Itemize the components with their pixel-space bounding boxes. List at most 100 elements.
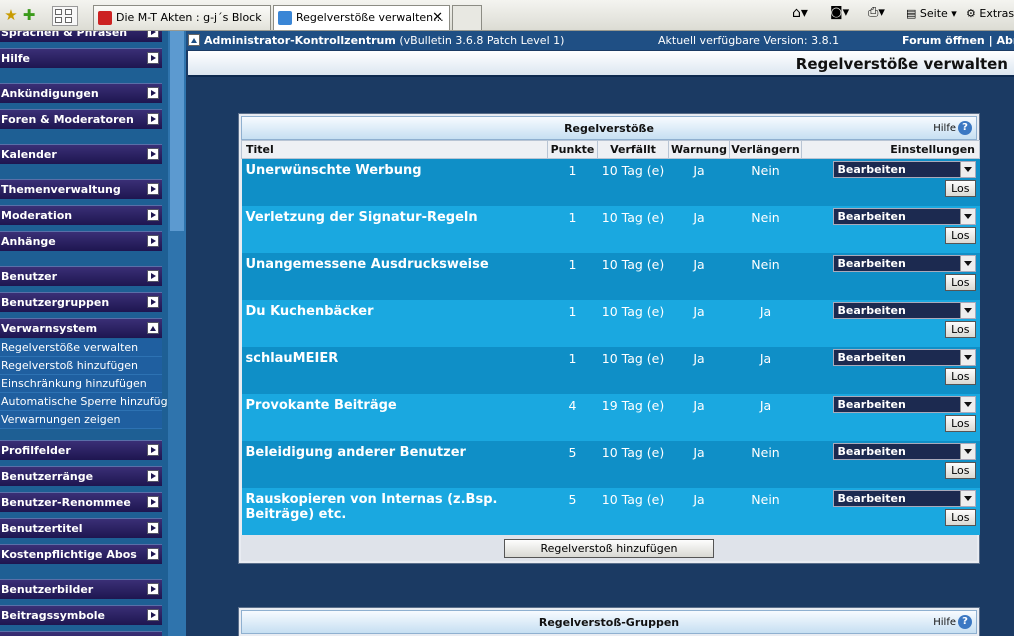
sidebar-header-themen[interactable]: Themenverwaltung (0, 179, 162, 199)
collapse-nav-icon[interactable] (188, 34, 200, 46)
expand-icon[interactable] (147, 496, 159, 508)
go-button[interactable]: Los (945, 367, 976, 385)
expand-icon[interactable] (147, 470, 159, 482)
go-button[interactable]: Los (945, 508, 976, 526)
chevron-down-icon[interactable] (959, 255, 975, 271)
expand-icon[interactable] (147, 52, 159, 64)
action-select[interactable]: Bearbeiten (832, 442, 976, 460)
sidebar-header-next[interactable] (0, 631, 162, 636)
action-select[interactable]: Bearbeiten (832, 207, 976, 225)
add-favorite-icon[interactable]: ✚ (20, 6, 38, 24)
sidebar-header-verwarnsystem[interactable]: Verwarnsystem (0, 318, 162, 338)
expand-icon[interactable] (147, 31, 159, 38)
sidebar-header-benutzergruppen[interactable]: Benutzergruppen (0, 292, 162, 312)
sidebar-link-automatische-sperre[interactable]: Automatische Sperre hinzufügen (0, 393, 181, 411)
sidebar-header-beitragssymbole[interactable]: Beitragssymbole (0, 605, 162, 625)
expand-icon[interactable] (147, 548, 159, 560)
chevron-down-icon[interactable] (959, 208, 975, 224)
sidebar-header-kalender[interactable]: Kalender (0, 144, 162, 164)
go-button[interactable]: Los (945, 226, 976, 244)
expand-icon[interactable] (147, 444, 159, 456)
expand-icon[interactable] (147, 270, 159, 282)
quick-tabs-icon[interactable] (52, 6, 78, 26)
infraction-expires: 10 Tag (e) (597, 440, 669, 488)
infraction-expires: 19 Tag (e) (597, 393, 669, 441)
infraction-title: Provokante Beiträge (241, 393, 548, 441)
go-button[interactable]: Los (945, 180, 976, 197)
sidebar-link-einschraenkung[interactable]: Einschränkung hinzufügen (0, 375, 162, 393)
expand-icon[interactable] (147, 183, 159, 195)
close-tab-icon[interactable]: ✕ (432, 6, 443, 30)
sidebar-header-foren[interactable]: Foren & Moderatoren (0, 109, 162, 129)
table-row: Du Kuchenbäcker 1 10 Tag (e) Ja Ja Bearb… (241, 299, 980, 347)
chevron-down-icon[interactable] (959, 443, 975, 459)
sidebar-header-moderation[interactable]: Moderation (0, 205, 162, 225)
col-title: Titel (241, 140, 548, 159)
col-points: Punkte (547, 140, 598, 159)
sidebar-link-regelverstoesse-verwalten[interactable]: Regelverstöße verwalten (0, 339, 162, 357)
help-icon: ? (958, 615, 972, 629)
action-select[interactable]: Bearbeiten (832, 161, 976, 178)
page-menu[interactable]: ▤ Seite ▾ (906, 7, 957, 20)
sidebar-header-abos[interactable]: Kostenpflichtige Abos (0, 544, 162, 564)
expand-icon[interactable] (147, 609, 159, 621)
expand-icon[interactable] (147, 209, 159, 221)
sidebar-header-profilfelder[interactable]: Profilfelder (0, 440, 162, 460)
favorites-star-icon[interactable]: ★ (2, 6, 20, 24)
add-infraction-button[interactable]: Regelverstoß hinzufügen (504, 538, 714, 558)
expand-icon[interactable] (147, 113, 159, 125)
chevron-down-icon[interactable] (959, 396, 975, 412)
expand-icon[interactable] (147, 522, 159, 534)
browser-tab-active[interactable]: Regelverstöße verwalten... ✕ (273, 5, 450, 30)
sidebar-header-ankuendigungen[interactable]: Ankündigungen (0, 83, 162, 103)
sidebar-header-benutzer[interactable]: Benutzer (0, 266, 162, 286)
go-button[interactable]: Los (945, 414, 976, 432)
home-icon[interactable]: ⌂▾ (792, 5, 808, 21)
sidebar-header-renommee[interactable]: Benutzer-Renommee (0, 492, 162, 512)
chevron-down-icon[interactable] (959, 302, 975, 318)
feeds-icon[interactable]: ◙▾ (830, 5, 849, 20)
sidebar-header-hilfe[interactable]: Hilfe (0, 48, 162, 68)
sidebar-header-benutzerraenge[interactable]: Benutzerränge (0, 466, 162, 486)
expand-icon[interactable] (147, 87, 159, 99)
sidebar-scrollbar[interactable] (168, 31, 186, 636)
logout-link[interactable]: Abm (996, 34, 1014, 47)
sidebar-header-benutzertitel[interactable]: Benutzertitel (0, 518, 162, 538)
action-select[interactable]: Bearbeiten (832, 395, 976, 413)
help-link[interactable]: Hilfe? (933, 121, 972, 137)
sidebar-header-sprachen[interactable]: Sprachen & Phrasen (0, 31, 162, 42)
go-button[interactable]: Los (945, 273, 976, 291)
sidebar-link-regelverstoss-hinzufuegen[interactable]: Regelverstoß hinzufügen (0, 357, 162, 375)
scrollbar-thumb[interactable] (170, 31, 184, 231)
browser-tab-blog[interactable]: Die M-T Akten : g-j´s Block (93, 5, 271, 30)
infraction-points: 1 (547, 252, 598, 300)
table-row: Unangemessene Ausdrucksweise 1 10 Tag (e… (241, 252, 980, 300)
expand-icon[interactable] (147, 296, 159, 308)
action-select[interactable]: Bearbeiten (832, 254, 976, 272)
new-tab-button[interactable] (452, 5, 482, 30)
extras-menu[interactable]: ⚙ Extras (966, 7, 1014, 20)
sidebar-link-verwarnungen-zeigen[interactable]: Verwarnungen zeigen (0, 411, 162, 429)
chevron-down-icon[interactable] (959, 349, 975, 365)
sidebar-header-anhaenge[interactable]: Anhänge (0, 231, 162, 251)
forum-link[interactable]: Forum öffnen (902, 34, 985, 47)
infraction-extend: Nein (729, 252, 802, 300)
expand-icon[interactable] (147, 148, 159, 160)
infraction-extend: Ja (729, 393, 802, 441)
action-select[interactable]: Bearbeiten (832, 301, 976, 319)
collapse-icon[interactable] (147, 322, 159, 334)
sidebar-header-benutzerbilder[interactable]: Benutzerbilder (0, 579, 162, 599)
expand-icon[interactable] (147, 235, 159, 247)
go-button[interactable]: Los (945, 320, 976, 338)
chevron-down-icon[interactable] (959, 162, 975, 177)
print-icon[interactable]: ⎙▾ (868, 5, 885, 20)
table-row: Provokante Beiträge 4 19 Tag (e) Ja Ja B… (241, 393, 980, 441)
action-select[interactable]: Bearbeiten (832, 348, 976, 366)
action-select[interactable]: Bearbeiten (832, 489, 976, 507)
chevron-down-icon[interactable] (959, 490, 975, 506)
go-button[interactable]: Los (945, 461, 976, 479)
help-link[interactable]: Hilfe? (933, 615, 972, 631)
infraction-warning: Ja (668, 346, 730, 394)
expand-icon[interactable] (147, 583, 159, 595)
browser-toolbar: ★ ✚ Die M-T Akten : g-j´s Block Regelver… (0, 0, 1014, 31)
